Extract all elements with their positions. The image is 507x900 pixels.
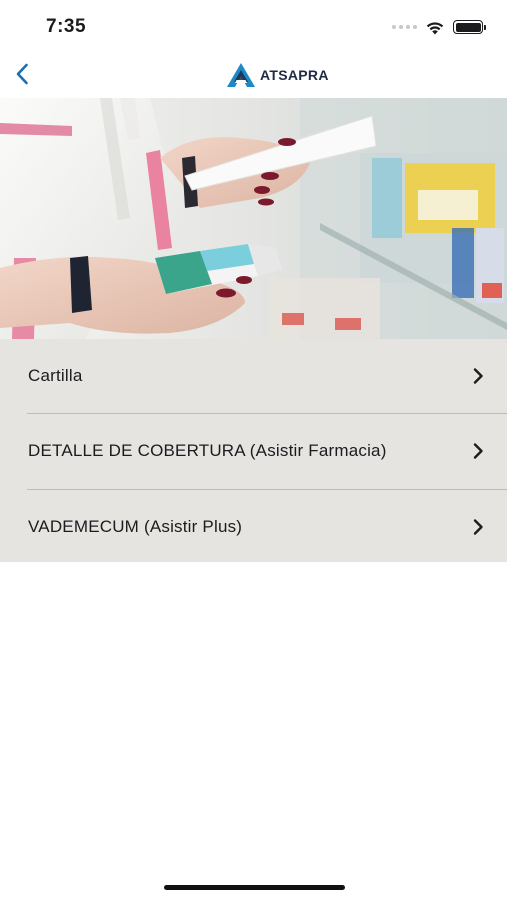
home-indicator[interactable]	[164, 885, 345, 890]
signal-dots-icon	[392, 25, 417, 29]
chevron-right-icon	[473, 443, 483, 459]
menu-item-label: DETALLE DE COBERTURA (Asistir Farmacia)	[28, 441, 387, 460]
battery-icon	[453, 20, 486, 34]
menu-item-label: Cartilla	[28, 366, 83, 385]
menu-list: Cartilla DETALLE DE COBERTURA (Asistir F…	[0, 339, 507, 562]
chevron-left-icon	[16, 63, 28, 85]
status-bar: 7:35	[0, 0, 507, 50]
chevron-right-icon	[473, 519, 483, 535]
back-button[interactable]	[8, 58, 36, 90]
menu-item-detalle-cobertura[interactable]: DETALLE DE COBERTURA (Asistir Farmacia)	[0, 414, 507, 488]
status-time: 7:35	[46, 16, 87, 37]
menu-item-vademecum[interactable]: VADEMECUM (Asistir Plus)	[0, 490, 507, 564]
menu-item-cartilla[interactable]: Cartilla	[0, 339, 507, 413]
brand-logo: ATSAPRA	[226, 61, 329, 89]
brand-name: ATSAPRA	[260, 67, 329, 83]
wifi-icon	[426, 21, 444, 34]
pharmacy-hero-image	[0, 98, 507, 339]
atsapra-logo-icon	[227, 63, 255, 87]
status-icons	[392, 18, 486, 36]
navigation-bar: ATSAPRA	[0, 50, 507, 98]
chevron-right-icon	[473, 368, 483, 384]
menu-item-label: VADEMECUM (Asistir Plus)	[28, 517, 243, 536]
